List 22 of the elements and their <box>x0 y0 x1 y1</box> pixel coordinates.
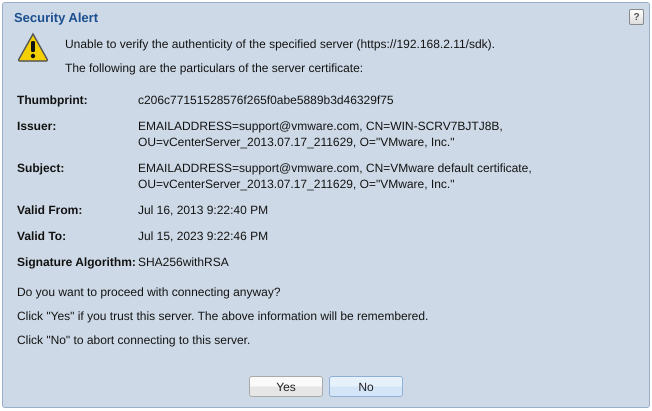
field-value: Jul 15, 2023 9:22:46 PM <box>138 228 270 244</box>
help-button[interactable]: ? <box>629 9 644 25</box>
field-value: c206c77151528576f265f0abe5889b3d46329f75 <box>138 92 395 108</box>
field-label: Issuer: <box>17 118 58 135</box>
message-text: Click "No" to abort connecting to this server. <box>17 333 252 347</box>
field-value: EMAILADDRESS=support@vmware.com, CN=VMware default certificate, OU=vCenterServer_2013.07.17_211629, O="VMware, Inc." <box>138 160 533 192</box>
field-label: Subject: <box>17 160 66 177</box>
dialog-title: Security Alert <box>14 10 98 24</box>
yes-button[interactable]: Yes <box>249 376 323 397</box>
message-text: Click "Yes" if you trust this server. The above information will be remembered. <box>17 309 430 323</box>
message-text: Do you want to proceed with connecting anyway? <box>17 285 282 299</box>
field-label: Valid From: <box>17 202 84 218</box>
field-value: Jul 16, 2013 9:22:40 PM <box>138 202 270 218</box>
warning-icon <box>17 32 49 62</box>
field-label: Signature Algorithm: <box>17 254 137 270</box>
message-text: Unable to verify the authenticity of the specified server (https://192.168.2.11/sdk). <box>65 37 496 51</box>
message-text: The following are the particulars of the server certificate: <box>65 61 364 75</box>
field-label: Valid To: <box>17 228 68 244</box>
field-value: SHA256withRSA <box>138 254 230 270</box>
no-button[interactable]: No <box>329 376 403 397</box>
field-value: EMAILADDRESS=support@vmware.com, CN=WIN-SCRV7BJTJ8B, OU=vCenterServer_2013.07.17_211629, O="VMware, Inc." <box>138 118 504 150</box>
field-label: Thumbprint: <box>17 92 89 108</box>
